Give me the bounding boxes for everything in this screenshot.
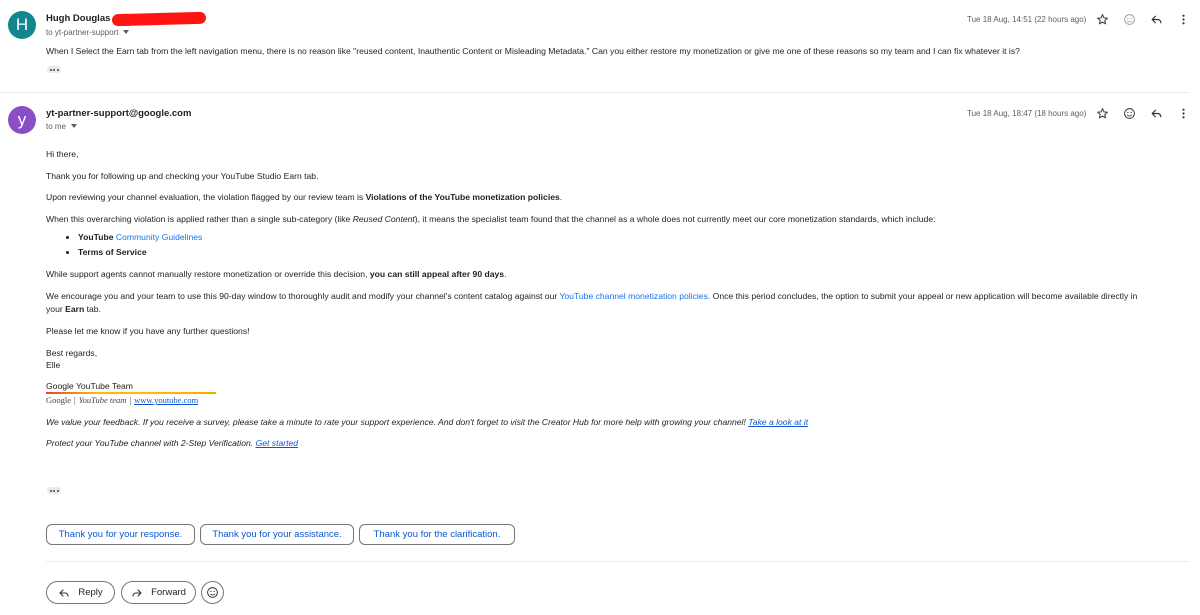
sender-name[interactable]: Hugh Douglas [46, 13, 110, 24]
emoji-reaction-button[interactable] [201, 581, 224, 604]
reply-divider [46, 561, 1190, 562]
message-body: When I Select the Earn tab from the left… [46, 46, 1020, 56]
smart-reply-chip[interactable]: Thank you for your response. [46, 524, 195, 545]
paragraph-4-text: While support agents cannot manually res… [46, 269, 370, 279]
list-item: Terms of Service [78, 247, 202, 257]
paragraph-3-text: When this overarching violation is appli… [46, 214, 353, 224]
paragraph-6: Please let me know if you have any furth… [46, 326, 250, 336]
paragraph-5-line2-text: your [46, 304, 66, 314]
forward-icon [132, 588, 142, 597]
earn-tab-term: Earn [65, 304, 85, 314]
paragraph-4: While support agents cannot manually res… [46, 269, 506, 279]
signature-team: YouTube team [78, 395, 127, 405]
community-guidelines-link[interactable]: Community Guidelines [116, 232, 202, 242]
paragraph-1: Thank you for following up and checking … [46, 171, 319, 181]
reused-content-term: Reused Content [352, 214, 415, 224]
security-paragraph: Protect your YouTube channel with 2-Step… [46, 438, 298, 448]
recipient-text: to yt-partner-support [46, 28, 119, 37]
star-icon[interactable] [1094, 11, 1110, 27]
paragraph-5-tail: Once this period concludes, the option t… [710, 291, 1138, 301]
creator-hub-link[interactable]: Take a look at it [748, 417, 808, 427]
signature-name: Google YouTube Team [46, 381, 133, 391]
avatar[interactable]: H [8, 11, 36, 39]
avatar[interactable]: y [8, 106, 36, 134]
message-divider [0, 92, 1190, 93]
redaction-mark [111, 11, 207, 27]
bullet-2-bold: Terms of Service [78, 247, 147, 257]
bullet-1-bold: YouTube [78, 232, 114, 242]
chevron-down-icon[interactable] [123, 30, 130, 34]
signature-color-bar [46, 392, 216, 394]
smart-reply-chip[interactable]: Thank you for your assistance. [200, 524, 354, 545]
paragraph-2-end: . [559, 192, 563, 202]
reply-icon[interactable] [1148, 11, 1164, 27]
show-trimmed-content-button[interactable] [47, 66, 61, 73]
smart-reply-chip[interactable]: Thank you for the clarification. [359, 524, 515, 545]
message-date: Tue 18 Aug, 18:47 (18 hours ago) [967, 109, 1087, 118]
feedback-paragraph: We value your feedback. If you receive a… [46, 417, 808, 427]
paragraph-5-line2-end: tab. [84, 304, 101, 314]
show-trimmed-content-button[interactable] [47, 487, 61, 494]
more-vert-icon[interactable] [1175, 11, 1191, 27]
more-vert-icon[interactable] [1175, 105, 1191, 121]
signature-divider: | [74, 395, 76, 405]
chevron-down-icon[interactable] [71, 124, 78, 128]
emoji-icon [207, 587, 218, 598]
recipient-line[interactable]: to me [46, 122, 78, 131]
message-date: Tue 18 Aug, 14:51 (22 hours ago) [967, 15, 1087, 24]
greeting: Hi there, [46, 149, 79, 159]
feedback-text: We value your feedback. If you receive a… [46, 417, 746, 427]
security-text: Protect your YouTube channel with 2-Step… [46, 438, 254, 448]
paragraph-5: We encourage you and your team to use th… [46, 291, 1137, 301]
get-started-link[interactable]: Get started [256, 438, 299, 448]
paragraph-3: When this overarching violation is appli… [46, 214, 935, 224]
emoji-icon[interactable] [1121, 11, 1137, 27]
star-icon[interactable] [1094, 105, 1110, 121]
emoji-icon[interactable] [1121, 105, 1137, 121]
paragraph-3-end: ), it means the specialist team found th… [414, 214, 936, 224]
monetization-policies-link[interactable]: YouTube channel monetization policies. [559, 291, 710, 301]
paragraph-4-end: . [504, 269, 507, 279]
reply-label: Reply [78, 587, 103, 598]
signer-name: Elle [46, 360, 61, 370]
sender-name[interactable]: yt-partner-support@google.com [46, 108, 191, 119]
closing-line: Best regards, [46, 348, 98, 358]
signature-subline: Google | YouTube team | www.youtube.com [46, 395, 198, 405]
signature-divider: | [129, 395, 132, 405]
paragraph-5-line-2: your Earn tab. [46, 304, 101, 314]
forward-label: Forward [151, 587, 186, 598]
youtube-url-link[interactable]: www.youtube.com [134, 395, 198, 405]
paragraph-2-text: Upon reviewing your channel evaluation, … [46, 192, 366, 202]
reply-button[interactable]: Reply [46, 581, 115, 604]
appeal-notice: you can still appeal after 90 days [369, 269, 505, 279]
violation-name: Violations of the YouTube monetization p… [365, 192, 560, 202]
forward-button[interactable]: Forward [121, 581, 196, 604]
paragraph-2: Upon reviewing your channel evaluation, … [46, 192, 562, 202]
policy-list: YouTube Community Guidelines Terms of Se… [66, 232, 202, 262]
signature-google: Google [46, 395, 72, 405]
list-item: YouTube Community Guidelines [78, 232, 202, 242]
paragraph-5-text: We encourage you and your team to use th… [46, 291, 560, 301]
recipient-text: to me [46, 122, 67, 131]
reply-icon[interactable] [1148, 105, 1164, 121]
recipient-line[interactable]: to yt-partner-support [46, 28, 130, 37]
reply-icon [59, 588, 69, 597]
